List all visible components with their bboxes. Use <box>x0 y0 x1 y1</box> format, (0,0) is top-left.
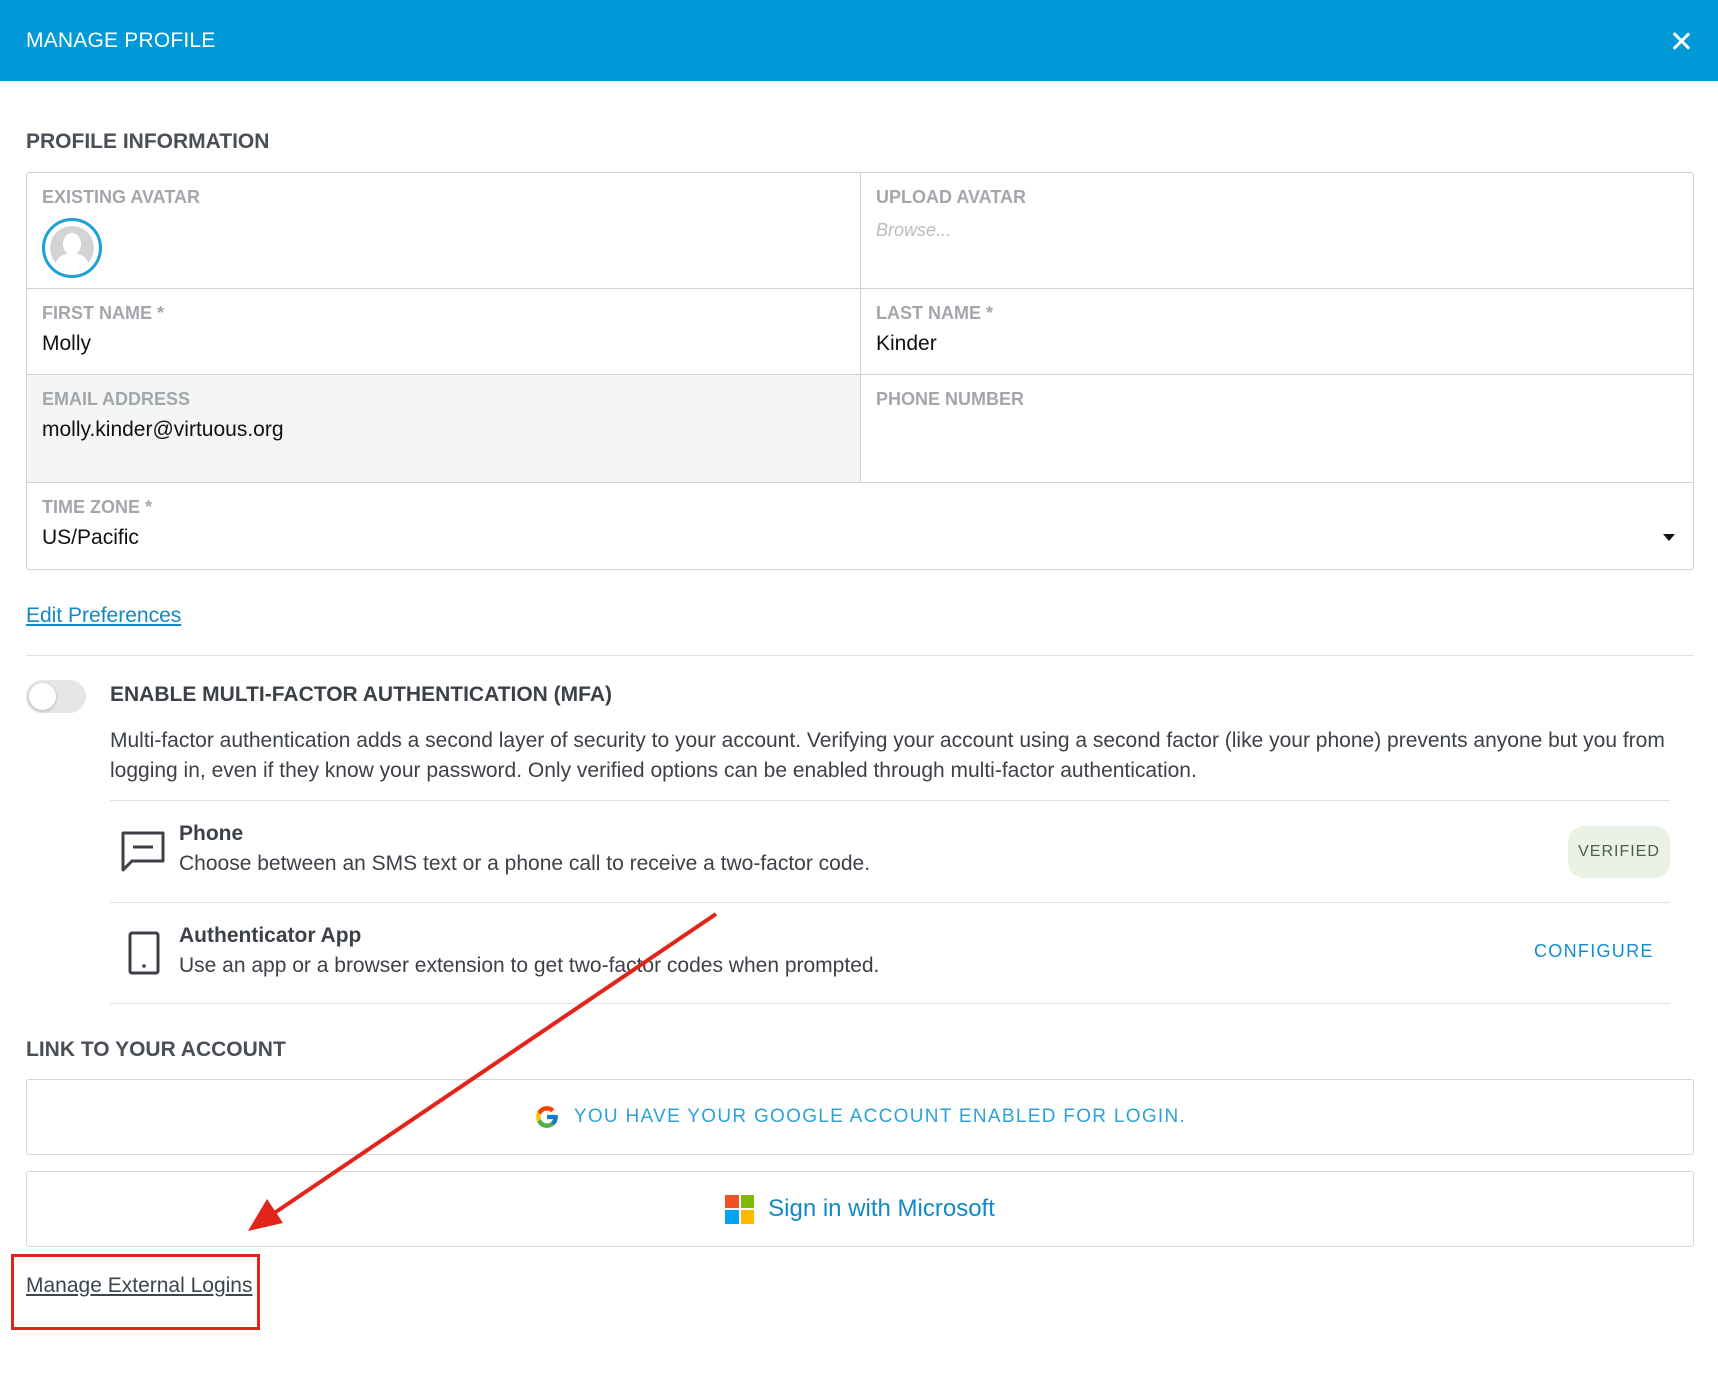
mfa-title: ENABLE MULTI-FACTOR AUTHENTICATION (MFA) <box>110 683 613 706</box>
phone-number-field[interactable]: PHONE NUMBER <box>861 375 1693 483</box>
phone-method-name: Phone <box>179 822 244 845</box>
time-zone-value[interactable]: US/Pacific <box>42 526 1680 550</box>
close-icon[interactable] <box>1670 30 1692 52</box>
verified-badge: VERIFIED <box>1568 826 1670 878</box>
upload-avatar-field[interactable]: UPLOAD AVATAR Browse... <box>861 173 1693 289</box>
email-value: molly.kinder@virtuous.org <box>42 418 284 441</box>
time-zone-label: TIME ZONE * <box>42 497 153 517</box>
last-name-field[interactable]: LAST NAME * Kinder <box>861 289 1693 375</box>
phone-number-label: PHONE NUMBER <box>876 389 1025 409</box>
phone-method-description: Choose between an SMS text or a phone ca… <box>179 852 871 875</box>
divider <box>26 655 1694 656</box>
first-name-field[interactable]: FIRST NAME * Molly <box>27 289 861 375</box>
authenticator-method-description: Use an app or a browser extension to get… <box>179 954 880 977</box>
google-login-text: YOU HAVE YOUR GOOGLE ACCOUNT ENABLED FOR… <box>573 1106 1187 1127</box>
edit-preferences-link[interactable]: Edit Preferences <box>26 604 181 628</box>
time-zone-select[interactable]: TIME ZONE * US/Pacific <box>27 483 1693 569</box>
message-icon <box>121 831 165 872</box>
last-name-label: LAST NAME * <box>876 303 993 323</box>
first-name-label: FIRST NAME * <box>42 303 165 323</box>
highlight-box-annotation <box>11 1254 260 1330</box>
first-name-value[interactable]: Molly <box>42 332 845 356</box>
toggle-knob <box>29 683 56 710</box>
existing-avatar-label: EXISTING AVATAR <box>42 187 201 207</box>
microsoft-sign-in-label: Sign in with Microsoft <box>768 1195 995 1222</box>
google-icon <box>536 1106 558 1128</box>
mfa-description: Multi-factor authentication adds a secon… <box>110 729 1665 782</box>
avatar <box>42 218 102 278</box>
microsoft-sign-in-button[interactable]: Sign in with Microsoft <box>26 1171 1694 1247</box>
google-login-status[interactable]: YOU HAVE YOUR GOOGLE ACCOUNT ENABLED FOR… <box>26 1079 1694 1155</box>
authenticator-method-name: Authenticator App <box>179 924 362 947</box>
configure-button[interactable]: CONFIGURE <box>1534 941 1654 962</box>
email-field: EMAIL ADDRESS molly.kinder@virtuous.org <box>27 375 861 483</box>
mfa-toggle[interactable] <box>26 680 86 713</box>
divider <box>110 902 1670 903</box>
upload-avatar-label: UPLOAD AVATAR <box>876 187 1026 207</box>
upload-avatar-placeholder: Browse... <box>876 220 952 240</box>
user-silhouette-icon <box>50 226 94 270</box>
microsoft-logo-icon <box>725 1194 755 1224</box>
email-label: EMAIL ADDRESS <box>42 389 191 409</box>
divider <box>110 1003 1670 1004</box>
existing-avatar-cell: EXISTING AVATAR <box>27 173 861 289</box>
last-name-value[interactable]: Kinder <box>876 332 1680 356</box>
mobile-device-icon <box>128 931 160 975</box>
chevron-down-icon[interactable] <box>1663 534 1675 541</box>
profile-section-title: PROFILE INFORMATION <box>26 130 270 153</box>
modal-title: MANAGE PROFILE <box>26 28 216 52</box>
link-account-section-title: LINK TO YOUR ACCOUNT <box>26 1038 286 1061</box>
modal-header: MANAGE PROFILE <box>0 0 1718 81</box>
divider <box>110 800 1670 801</box>
profile-form: EXISTING AVATAR UPLOAD AVATAR Browse... … <box>26 172 1694 570</box>
